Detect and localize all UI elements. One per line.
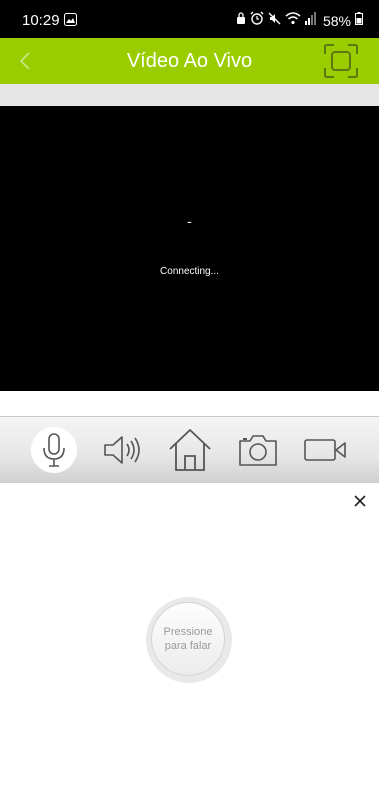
fullscreen-button[interactable] — [323, 43, 359, 79]
video-view[interactable]: - Connecting... — [0, 106, 379, 391]
push-to-talk-ring: Pressione para falar — [146, 597, 232, 683]
close-icon — [354, 495, 366, 507]
microphone-icon — [43, 433, 65, 467]
lock-icon — [236, 11, 246, 30]
status-bar: 10:29 58% — [0, 0, 379, 38]
record-button[interactable] — [301, 426, 349, 474]
battery-icon — [355, 11, 363, 30]
video-placeholder: - — [187, 213, 192, 229]
fullscreen-icon — [324, 44, 358, 78]
push-to-talk-label: Pressione para falar — [163, 626, 213, 652]
alarm-icon — [250, 11, 264, 30]
speaker-button[interactable] — [98, 426, 146, 474]
battery-percent: 58% — [322, 12, 351, 29]
control-toolbar — [0, 416, 379, 483]
status-time: 10:29 — [22, 12, 60, 29]
video-record-icon — [304, 439, 346, 461]
push-to-talk-button[interactable]: Pressione para falar — [151, 602, 225, 676]
header-bar: Vídeo Ao Vivo — [0, 38, 379, 84]
speaker-icon — [104, 436, 140, 464]
gallery-icon — [64, 13, 77, 31]
home-icon — [169, 429, 211, 471]
home-button[interactable] — [166, 426, 214, 474]
camera-icon — [239, 435, 277, 466]
close-button[interactable] — [349, 490, 371, 512]
microphone-button[interactable] — [31, 427, 77, 473]
wifi-icon — [285, 11, 301, 30]
snapshot-button[interactable] — [234, 426, 282, 474]
signal-icon — [304, 11, 317, 30]
status-icons: 58% — [236, 11, 363, 30]
header-divider — [0, 84, 379, 106]
mute-icon — [268, 12, 281, 30]
connection-status: Connecting... — [160, 266, 219, 277]
